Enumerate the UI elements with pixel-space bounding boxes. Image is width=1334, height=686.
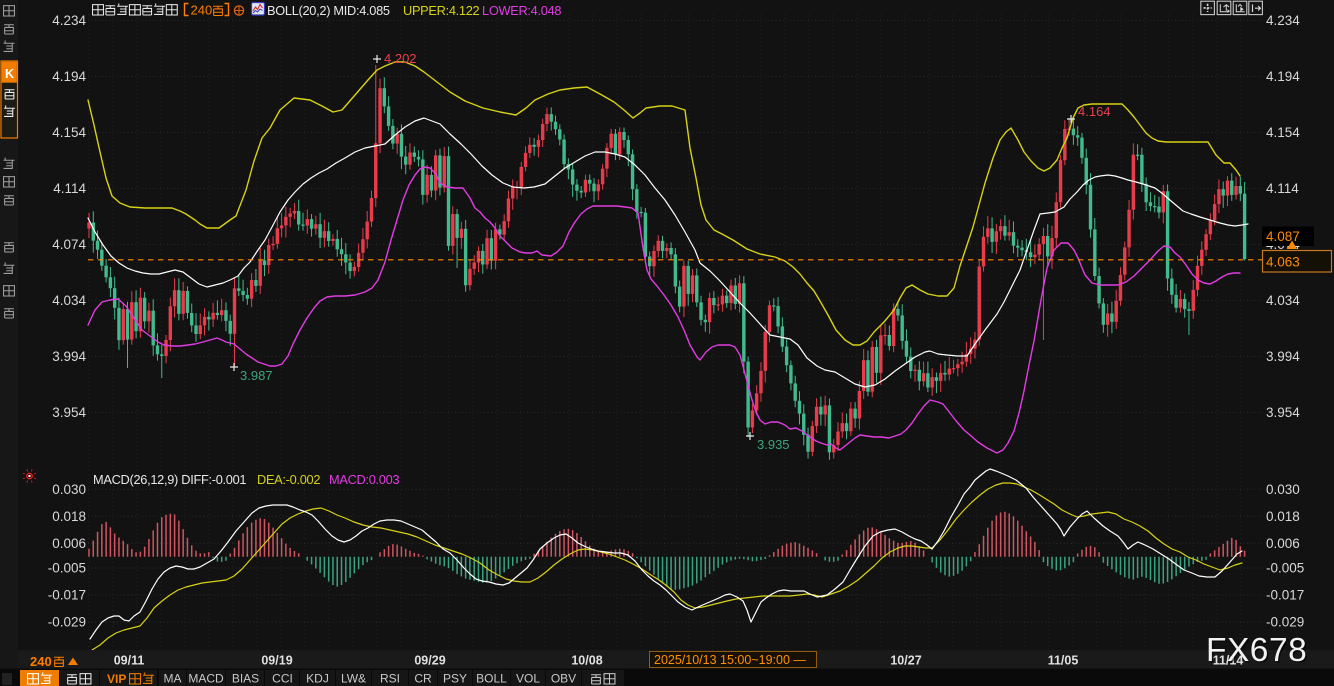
svg-text:BOLL: BOLL (476, 672, 507, 686)
svg-text:4.114: 4.114 (53, 181, 86, 196)
svg-text:3.954: 3.954 (52, 405, 86, 420)
svg-text:CR: CR (414, 672, 432, 686)
svg-text:240: 240 (30, 654, 52, 669)
svg-text:0.006: 0.006 (1266, 536, 1300, 551)
svg-text:2025/10/13 15:00~19:00 —: 2025/10/13 15:00~19:00 — (654, 653, 806, 667)
svg-text:4.234: 4.234 (1266, 13, 1300, 28)
svg-text:MA: MA (164, 672, 182, 686)
svg-text:10/08: 10/08 (571, 654, 602, 668)
svg-text:BOLL(20,2) MID:4.085: BOLL(20,2) MID:4.085 (267, 3, 390, 18)
svg-text:4.234: 4.234 (52, 13, 86, 28)
svg-text:4.202: 4.202 (384, 51, 417, 66)
svg-text:4.194: 4.194 (52, 69, 86, 84)
svg-text:MACD(26,12,9) DIFF:-0.001: MACD(26,12,9) DIFF:-0.001 (93, 472, 246, 487)
svg-text:KDJ: KDJ (306, 672, 329, 686)
svg-text:4.164: 4.164 (1078, 104, 1111, 119)
svg-text:MACD:0.003: MACD:0.003 (329, 472, 399, 487)
svg-text:LW&: LW& (341, 672, 366, 686)
svg-text:4.087: 4.087 (1266, 229, 1300, 244)
svg-text:0.006: 0.006 (52, 536, 86, 551)
svg-text:4.034: 4.034 (52, 293, 86, 308)
svg-text:PSY: PSY (443, 672, 467, 686)
svg-text:3.954: 3.954 (1266, 405, 1300, 420)
svg-text:-0.017: -0.017 (1266, 588, 1304, 603)
svg-text:4.034: 4.034 (1266, 293, 1300, 308)
svg-text:09/29: 09/29 (414, 654, 445, 668)
svg-text:-0.005: -0.005 (1266, 561, 1304, 576)
svg-text:4.154: 4.154 (1266, 125, 1300, 140)
svg-text:-0.029: -0.029 (1266, 615, 1304, 630)
svg-text:LOWER:4.048: LOWER:4.048 (482, 3, 561, 18)
svg-text:0.018: 0.018 (1266, 509, 1300, 524)
svg-text:3.994: 3.994 (52, 349, 86, 364)
svg-text:10/27: 10/27 (890, 654, 921, 668)
svg-text:BIAS: BIAS (232, 672, 259, 686)
svg-text:4.063: 4.063 (1266, 255, 1300, 270)
svg-text:3.994: 3.994 (1266, 349, 1300, 364)
svg-text:4.194: 4.194 (1266, 69, 1300, 84)
svg-text:CCI: CCI (272, 672, 293, 686)
svg-text:4.074: 4.074 (52, 237, 86, 252)
svg-text:0.030: 0.030 (1266, 482, 1300, 497)
svg-text:K: K (5, 67, 14, 81)
svg-text:09/11: 09/11 (114, 654, 145, 668)
svg-text:-0.017: -0.017 (48, 588, 86, 603)
svg-text:UPPER:4.122: UPPER:4.122 (403, 3, 480, 18)
svg-text:VOL: VOL (516, 672, 540, 686)
svg-text:0.030: 0.030 (52, 482, 86, 497)
svg-text:240: 240 (191, 3, 213, 18)
svg-text:-0.005: -0.005 (48, 561, 86, 576)
svg-text:4.114: 4.114 (1266, 181, 1299, 196)
svg-text:MACD: MACD (188, 672, 224, 686)
svg-text:3.987: 3.987 (240, 368, 273, 383)
svg-text:4.154: 4.154 (52, 125, 86, 140)
svg-text:OBV: OBV (551, 672, 576, 686)
svg-text:0.018: 0.018 (52, 509, 86, 524)
svg-text:3.935: 3.935 (757, 437, 790, 452)
svg-text:VIP: VIP (107, 672, 126, 686)
svg-text:FX678: FX678 (1206, 632, 1307, 669)
svg-text:11/05: 11/05 (1048, 654, 1079, 668)
svg-text:09/19: 09/19 (261, 654, 292, 668)
svg-text:DEA:-0.002: DEA:-0.002 (257, 472, 320, 487)
svg-text:-0.029: -0.029 (48, 615, 86, 630)
svg-text:RSI: RSI (380, 672, 400, 686)
